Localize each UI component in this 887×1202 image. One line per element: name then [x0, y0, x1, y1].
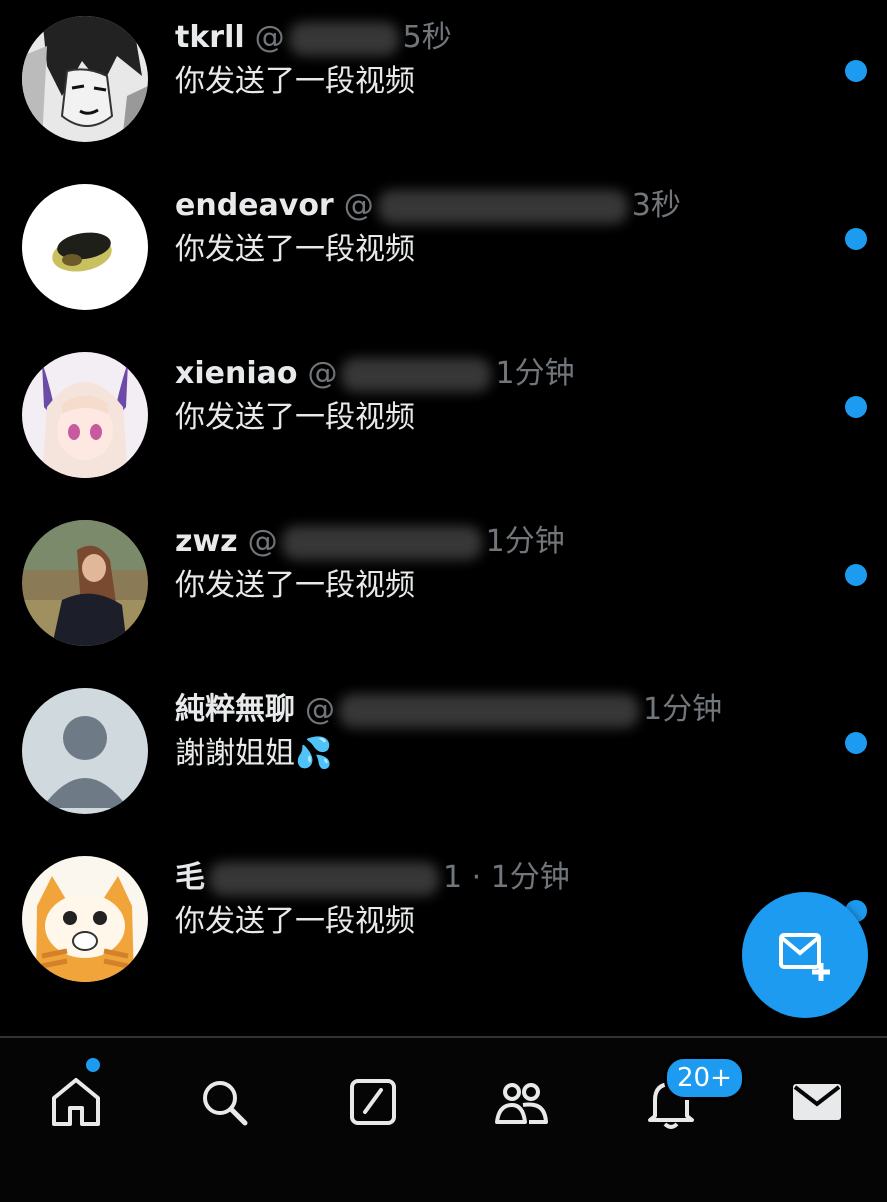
conversation-header: 純粹無聊 @1分钟: [175, 690, 722, 730]
conversation-message: 你发送了一段视频: [175, 904, 415, 939]
conversation-row[interactable]: endeavor @3秒 你发送了一段视频: [0, 168, 887, 336]
mail-icon: [793, 1084, 841, 1120]
unread-dot: [845, 60, 867, 82]
conversation-message: 你发送了一段视频: [175, 64, 415, 99]
unread-dot: [845, 396, 867, 418]
conversation-header: endeavor @3秒: [175, 186, 681, 226]
conversation-handle: @: [254, 20, 285, 55]
unread-dot: [845, 732, 867, 754]
conversation-time: 1 · 1分钟: [443, 860, 570, 895]
conversation-message: 你发送了一段视频: [175, 568, 415, 603]
conversation-handle: @: [307, 356, 338, 391]
tab-communities[interactable]: [491, 1072, 551, 1132]
conversation-row[interactable]: tkrll @5秒 你发送了一段视频: [0, 0, 887, 168]
manga-character-avatar[interactable]: [22, 16, 148, 142]
conversation-header: xieniao @1分钟: [175, 354, 575, 394]
conversation-handle: @: [305, 692, 335, 727]
conversation-time: 1分钟: [485, 524, 565, 559]
redacted-handle: [339, 693, 639, 728]
conversation-message: 你发送了一段视频: [175, 400, 415, 435]
conversation-handle: @: [247, 524, 278, 559]
conversation-time: 1分钟: [643, 692, 723, 727]
compose-icon: [350, 1079, 396, 1125]
conversation-time: 5秒: [402, 20, 452, 55]
conversation-row[interactable]: xieniao @1分钟 你发送了一段视频: [0, 336, 887, 504]
default-user-avatar[interactable]: [22, 688, 148, 814]
conversation-name: 純粹無聊: [175, 692, 295, 727]
redacted-handle: [377, 189, 628, 224]
bottom-tab-bar: [0, 1036, 887, 1202]
unread-dot: [845, 228, 867, 250]
conversation-time: 1分钟: [495, 356, 575, 391]
notifications-badge: 20+: [664, 1056, 745, 1100]
cartoon-cat-avatar[interactable]: [22, 856, 148, 982]
search-icon: [203, 1081, 248, 1126]
conversation-name: endeavor: [175, 188, 334, 223]
people-icon: [495, 1083, 548, 1124]
conversation-name: xieniao: [175, 356, 298, 391]
tab-compose[interactable]: [343, 1072, 403, 1132]
conversation-row[interactable]: 純粹無聊 @1分钟 謝謝姐姐💦: [0, 672, 887, 840]
redacted-handle: [281, 525, 482, 560]
avocado-avatar[interactable]: [22, 184, 148, 310]
conversation-name: zwz: [175, 524, 238, 559]
conversation-header: zwz @1分钟: [175, 522, 565, 562]
unread-dot: [845, 564, 867, 586]
conversation-name: 毛: [175, 860, 205, 895]
new-message-button[interactable]: [742, 892, 868, 1018]
conversation-handle: @: [343, 188, 374, 223]
home-unread-dot: [86, 1058, 100, 1072]
new-message-icon: [779, 933, 830, 981]
photo-person-avatar[interactable]: [22, 520, 148, 646]
conversation-row[interactable]: zwz @1分钟 你发送了一段视频: [0, 504, 887, 672]
home-icon: [52, 1078, 100, 1126]
conversation-message: 你发送了一段视频: [175, 232, 415, 267]
conversation-name: tkrll: [175, 20, 245, 55]
conversation-header: tkrll @5秒: [175, 18, 452, 58]
tab-messages[interactable]: [787, 1072, 847, 1132]
conversation-message: 謝謝姐姐💦: [175, 736, 333, 771]
anime-girl-avatar[interactable]: [22, 352, 148, 478]
redacted-handle: [288, 21, 399, 56]
tab-home[interactable]: [46, 1072, 106, 1132]
conversation-header: 毛 1 · 1分钟: [175, 858, 570, 898]
tab-search[interactable]: [194, 1072, 254, 1132]
redacted-handle: [209, 861, 439, 896]
conversation-time: 3秒: [631, 188, 681, 223]
redacted-handle: [341, 357, 492, 392]
